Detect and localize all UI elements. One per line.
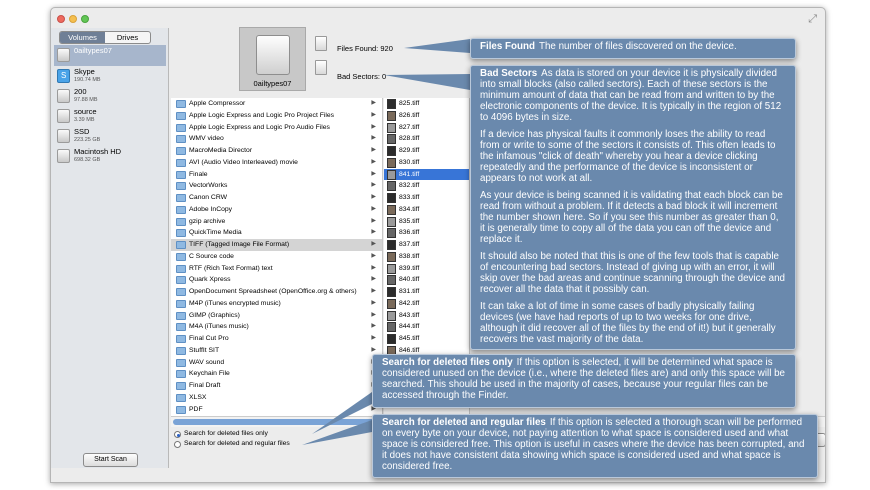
deleted-and-regular-pointer: [302, 420, 372, 445]
callout-title: Bad Sectors: [480, 68, 538, 79]
callout-text: If a device has physical faults it commo…: [480, 129, 776, 184]
callout-text: The number of files discovered on the de…: [538, 41, 737, 52]
deleted-only-callout: Search for deleted files only If this opt…: [372, 354, 796, 408]
callout-title: Search for deleted and regular files: [382, 417, 546, 428]
callout-title: Search for deleted files only: [382, 357, 513, 368]
bad-sectors-pointer: [384, 74, 470, 90]
files-found-pointer: [404, 39, 470, 53]
callout-title: Files Found: [480, 41, 535, 52]
bad-sectors-callout: Bad Sectors As data is stored on your dev…: [470, 65, 796, 350]
callout-text: It can take a lot of time in some cases …: [480, 301, 776, 345]
callout-text: It should also be noted that this is one…: [480, 251, 786, 295]
files-found-callout: Files Found The number of files discovere…: [470, 38, 796, 59]
deleted-and-regular-callout: Search for deleted and regular files If t…: [372, 414, 818, 478]
callout-text: As your device is being scanned it is va…: [480, 190, 783, 245]
